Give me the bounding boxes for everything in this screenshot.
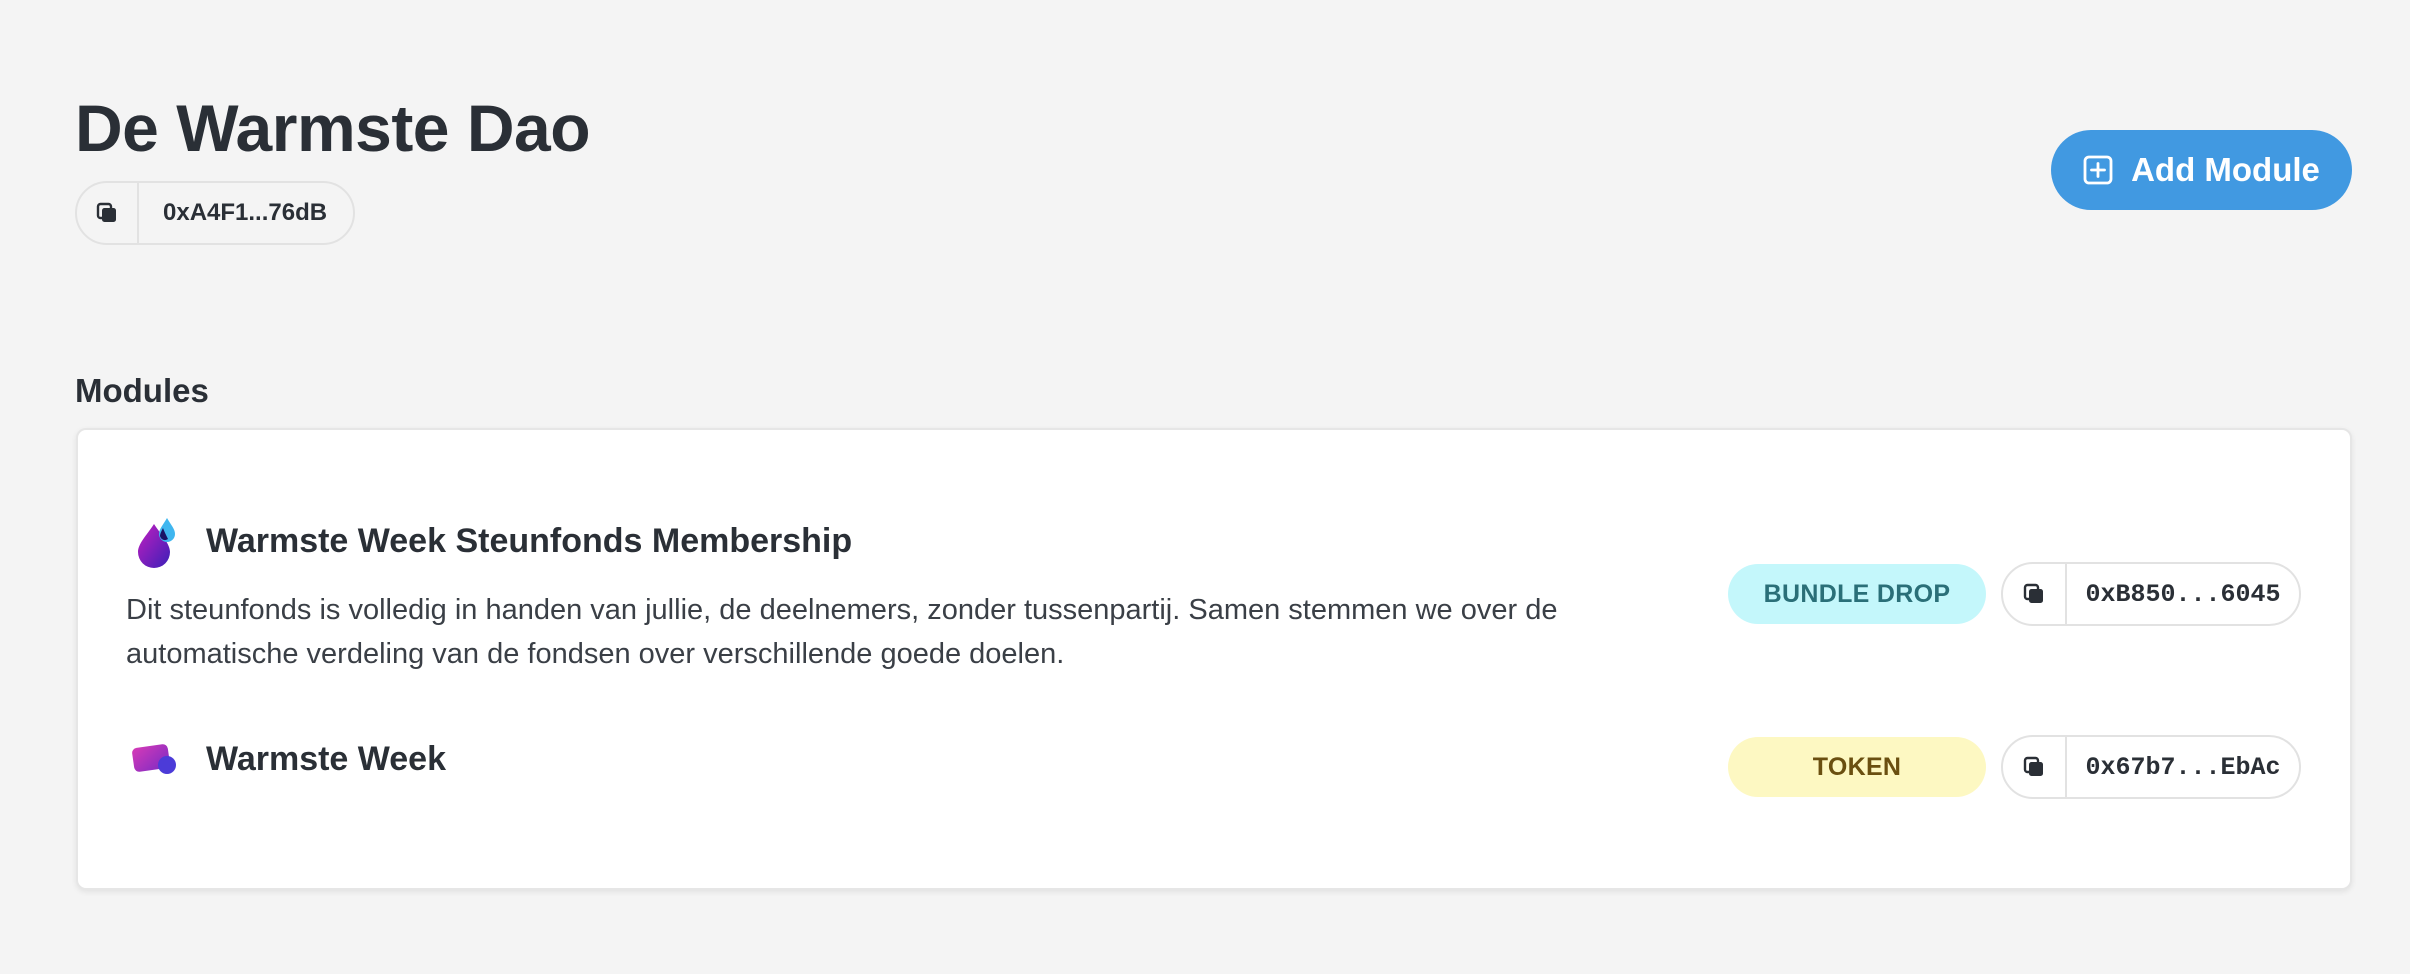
module-title: Warmste Week	[206, 740, 446, 778]
copy-address-button[interactable]	[2003, 737, 2067, 797]
modules-section-title: Modules	[75, 372, 209, 409]
module-address: 0x67b7...EbAc	[2085, 752, 2281, 782]
module-title: Warmste Week Steunfonds Membership	[206, 522, 853, 560]
contract-address: 0xA4F1...76dB	[163, 199, 328, 226]
add-module-label: Add Module	[2131, 151, 2320, 188]
page-title: De Warmste Dao	[75, 91, 591, 165]
copy-address-button[interactable]	[77, 183, 139, 243]
copy-address-button[interactable]	[2003, 564, 2067, 624]
module-address-pill: 0xB850...6045	[2001, 562, 2301, 626]
module-description: Dit steunfonds is volledig in handen van…	[126, 594, 1558, 670]
modules-card: Warmste Week Steunfonds Membership Dit s…	[76, 428, 2352, 890]
module-type-badge: BUNDLE DROP	[1728, 564, 1986, 624]
add-module-button[interactable]: Add Module	[2051, 130, 2352, 210]
copy-icon	[2023, 756, 2043, 776]
plus-square-icon	[2083, 155, 2113, 185]
module-type-badge: TOKEN	[1728, 737, 1986, 797]
token-icon	[132, 744, 176, 774]
copy-icon	[96, 202, 116, 222]
module-address: 0xB850...6045	[2085, 579, 2281, 609]
copy-icon	[2023, 583, 2043, 603]
bundle-drop-icon	[138, 518, 175, 568]
contract-address-pill: 0xA4F1...76dB	[75, 181, 356, 245]
module-address-pill: 0x67b7...EbAc	[2001, 735, 2301, 799]
